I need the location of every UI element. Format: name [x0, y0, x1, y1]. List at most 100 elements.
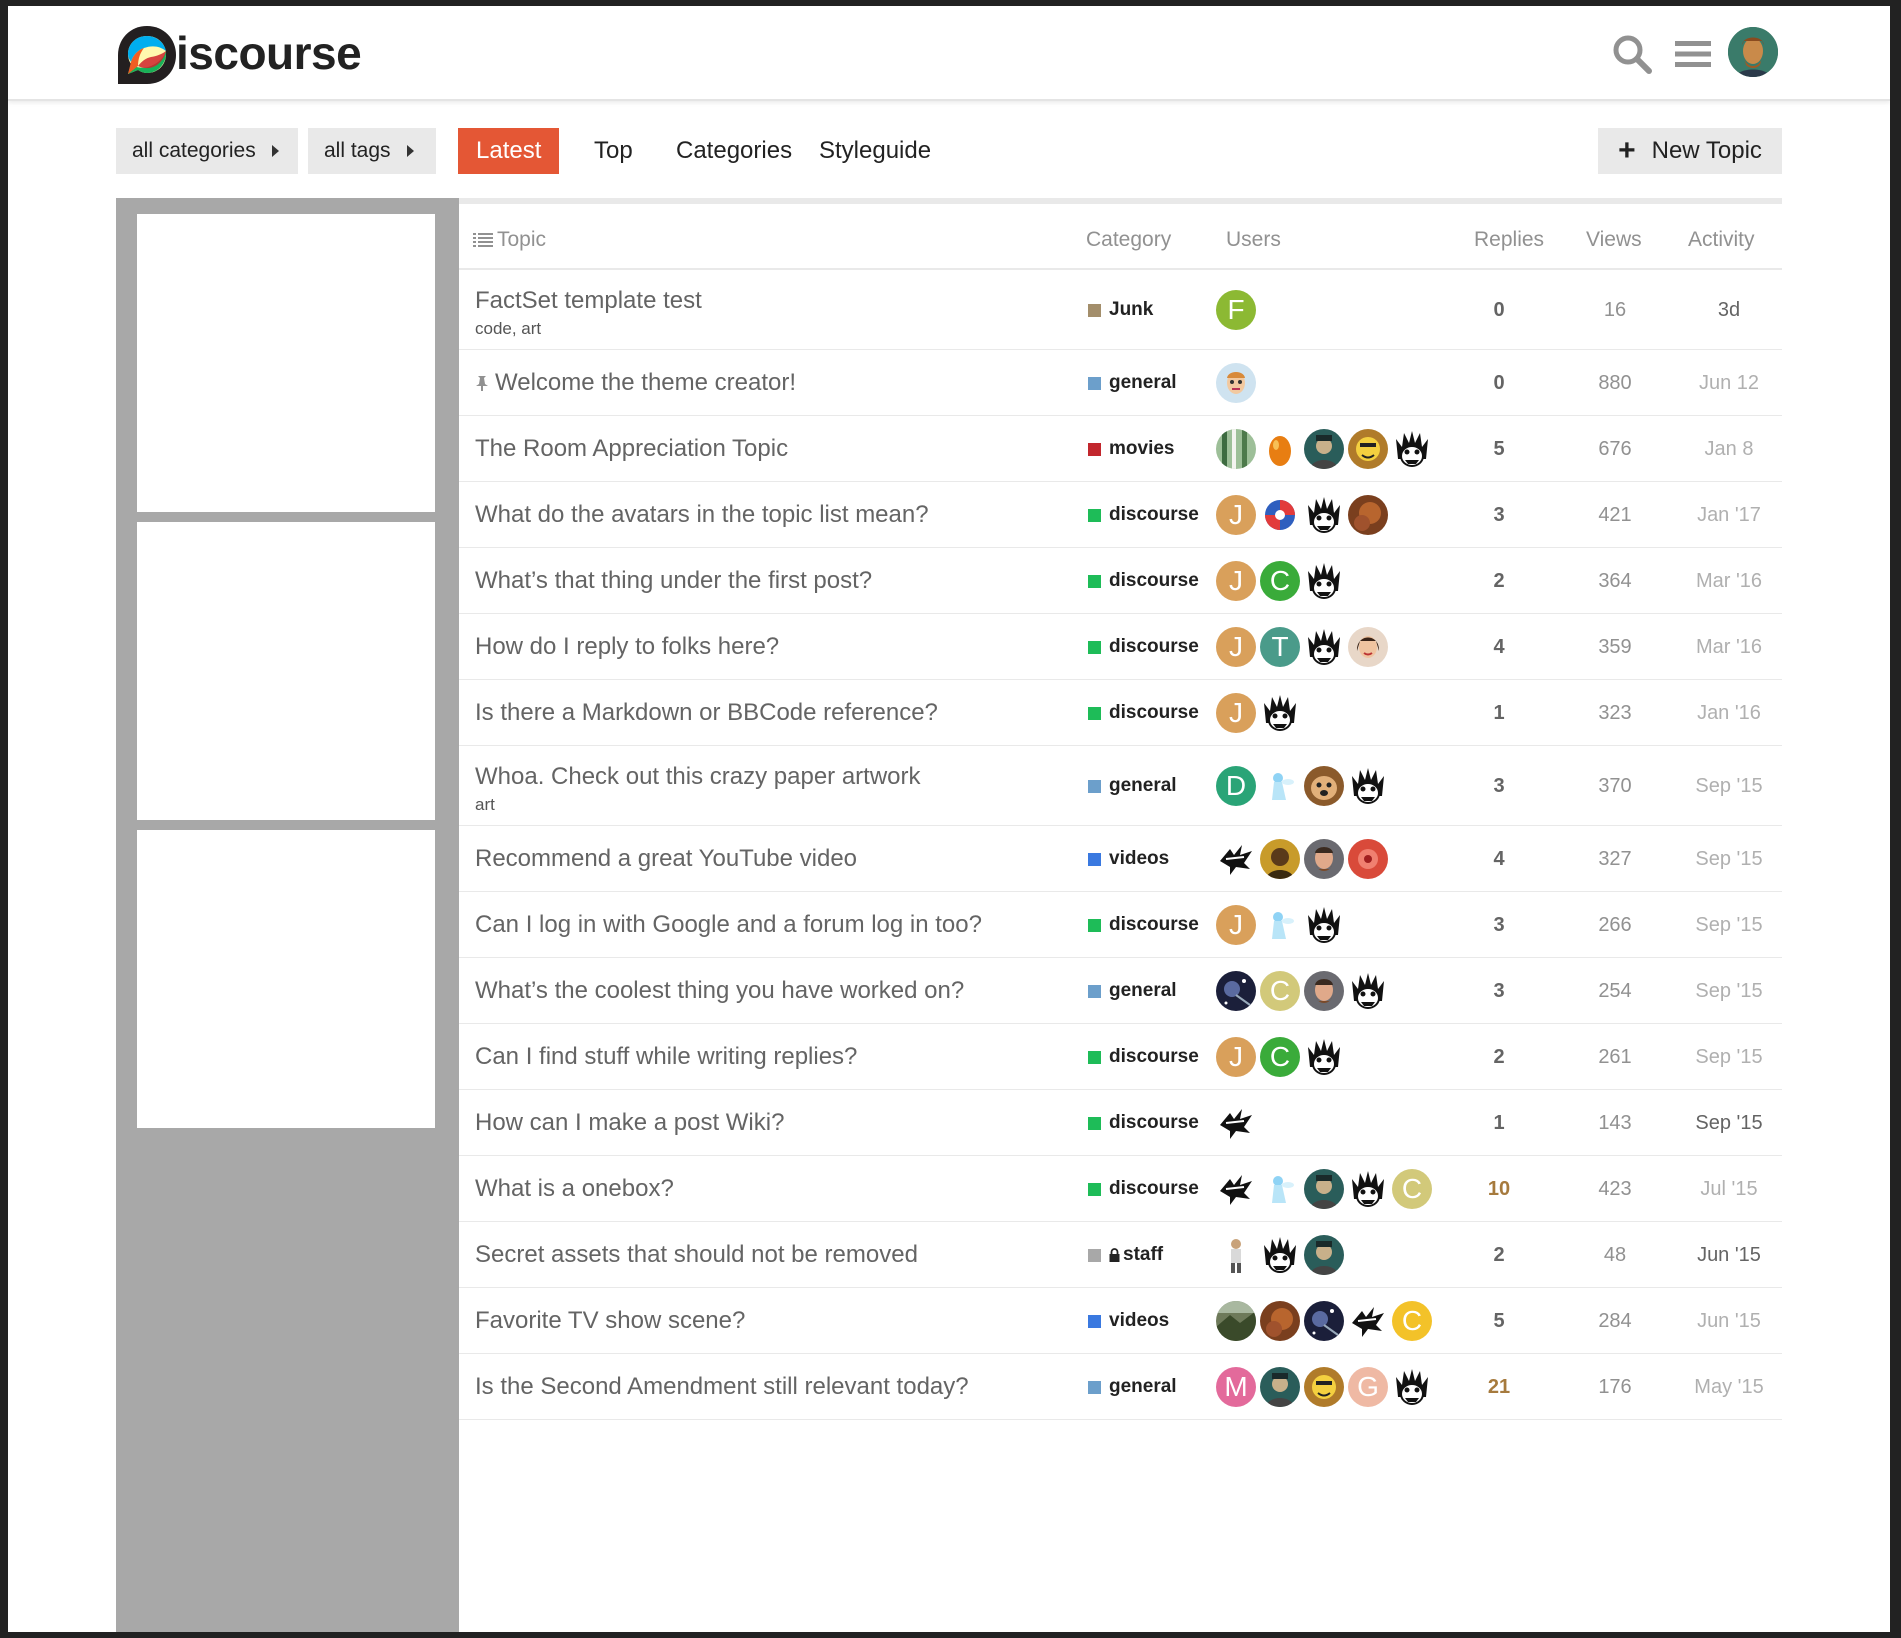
user-avatar-letter[interactable]: C	[1260, 1037, 1300, 1077]
topic-category-badge[interactable]: discourse	[1088, 570, 1199, 592]
user-avatar-letter[interactable]: C	[1392, 1301, 1432, 1341]
topic-title-link[interactable]: Can I log in with Google and a forum log…	[475, 911, 982, 939]
user-avatar-cartoon[interactable]	[1348, 429, 1388, 469]
site-logo[interactable]: iscourse	[116, 24, 362, 86]
topic-row[interactable]: What’s that thing under the first post? d…	[459, 548, 1782, 614]
user-avatar-monster[interactable]	[1348, 766, 1388, 806]
topic-activity[interactable]: Jun '15	[1679, 1310, 1779, 1333]
user-avatar-letter[interactable]: C	[1260, 971, 1300, 1011]
topic-activity[interactable]: Jan '16	[1679, 702, 1779, 725]
user-avatar-monster[interactable]	[1304, 905, 1344, 945]
topic-activity[interactable]: Jan '17	[1679, 504, 1779, 527]
user-avatar-letter[interactable]: T	[1260, 627, 1300, 667]
topic-row[interactable]: What’s the coolest thing you have worked…	[459, 958, 1782, 1024]
user-avatar-dark-teal[interactable]	[1304, 1235, 1344, 1275]
topic-title-link[interactable]: Recommend a great YouTube video	[475, 845, 857, 873]
topic-row[interactable]: What do the avatars in the topic list me…	[459, 482, 1782, 548]
topic-row[interactable]: Welcome the theme creator! general 0 880 Jun…	[459, 350, 1782, 416]
user-avatar-space[interactable]	[1304, 1301, 1344, 1341]
tab-styleguide[interactable]: Styleguide	[801, 128, 949, 174]
current-user-avatar[interactable]	[1728, 27, 1778, 77]
user-avatar-dark-teal[interactable]	[1260, 1367, 1300, 1407]
topic-row[interactable]: FactSet template test code, art Junk F 0 16 3d	[459, 270, 1782, 350]
topic-category-badge[interactable]: general	[1088, 372, 1177, 394]
user-avatar-dog[interactable]	[1304, 766, 1344, 806]
tab-top[interactable]: Top	[576, 128, 651, 174]
topic-activity[interactable]: Sep '15	[1679, 1112, 1779, 1135]
topic-row[interactable]: What is a onebox? discourse C 10 423 Jul '15	[459, 1156, 1782, 1222]
user-avatar-egg[interactable]	[1260, 429, 1300, 469]
header-replies[interactable]: Replies	[1474, 228, 1544, 252]
topic-title-link[interactable]: Is the Second Amendment still relevant t…	[475, 1373, 969, 1401]
user-avatar-forest[interactable]	[1216, 429, 1256, 469]
user-avatar-figure[interactable]	[1216, 1235, 1256, 1275]
topic-activity[interactable]: Sep '15	[1679, 914, 1779, 937]
topic-activity[interactable]: Jul '15	[1679, 1178, 1779, 1201]
user-avatar-monster[interactable]	[1392, 1367, 1432, 1407]
user-avatar-letter[interactable]: J	[1216, 905, 1256, 945]
topic-activity[interactable]: 3d	[1679, 299, 1779, 322]
topic-tags[interactable]: art	[475, 795, 495, 815]
topic-title-link[interactable]: Secret assets that should not be removed	[475, 1241, 918, 1269]
user-avatar-splat[interactable]	[1216, 1103, 1256, 1143]
categories-dropdown[interactable]: all categories	[116, 128, 298, 174]
user-avatar-logo-blue[interactable]	[1260, 495, 1300, 535]
tags-dropdown[interactable]: all tags	[308, 128, 436, 174]
user-avatar-monster[interactable]	[1260, 1235, 1300, 1275]
topic-category-badge[interactable]: general	[1088, 1376, 1177, 1398]
topic-activity[interactable]: Sep '15	[1679, 775, 1779, 798]
topic-row[interactable]: Is the Second Amendment still relevant t…	[459, 1354, 1782, 1420]
user-avatar-space[interactable]	[1216, 971, 1256, 1011]
topic-category-badge[interactable]: Junk	[1088, 299, 1153, 321]
user-avatar-man[interactable]	[1304, 839, 1344, 879]
user-avatar-brown[interactable]	[1348, 495, 1388, 535]
topic-activity[interactable]: Jan 8	[1679, 438, 1779, 461]
topic-title-link[interactable]: Favorite TV show scene?	[475, 1307, 745, 1335]
header-views[interactable]: Views	[1586, 228, 1642, 252]
tab-categories[interactable]: Categories	[658, 128, 810, 174]
user-avatar-woman[interactable]	[1348, 627, 1388, 667]
topic-title-link[interactable]: What do the avatars in the topic list me…	[475, 501, 929, 529]
topic-category-badge[interactable]: discourse	[1088, 914, 1199, 936]
topic-title-link[interactable]: What’s the coolest thing you have worked…	[475, 977, 964, 1005]
topic-title-link[interactable]: What’s that thing under the first post?	[475, 567, 872, 595]
topic-category-badge[interactable]: videos	[1088, 1310, 1169, 1332]
user-avatar-letter[interactable]: J	[1216, 1037, 1256, 1077]
topic-row[interactable]: The Room Appreciation Topic movies 5 676 Jan…	[459, 416, 1782, 482]
topic-row[interactable]: Can I log in with Google and a forum log…	[459, 892, 1782, 958]
topic-category-badge[interactable]: general	[1088, 775, 1177, 797]
user-avatar-letter[interactable]: J	[1216, 693, 1256, 733]
user-avatar-brown[interactable]	[1260, 1301, 1300, 1341]
topic-activity[interactable]: Sep '15	[1679, 980, 1779, 1003]
topic-activity[interactable]: Mar '16	[1679, 636, 1779, 659]
user-avatar-man[interactable]	[1304, 971, 1344, 1011]
topic-row[interactable]: Can I find stuff while writing replies? d…	[459, 1024, 1782, 1090]
topic-category-badge[interactable]: discourse	[1088, 1112, 1199, 1134]
user-avatar-face-light[interactable]	[1216, 363, 1256, 403]
user-avatar-letter[interactable]: C	[1392, 1169, 1432, 1209]
topic-activity[interactable]: Jun '15	[1679, 1244, 1779, 1267]
topic-row[interactable]: Whoa. Check out this crazy paper artwork…	[459, 746, 1782, 826]
user-avatar-landscape[interactable]	[1216, 1301, 1256, 1341]
user-avatar-splat[interactable]	[1216, 839, 1256, 879]
topic-category-badge[interactable]: videos	[1088, 848, 1169, 870]
user-avatar-dark-teal[interactable]	[1304, 1169, 1344, 1209]
topic-title-link[interactable]: FactSet template test	[475, 287, 702, 315]
user-avatar-monster[interactable]	[1348, 1169, 1388, 1209]
topic-row[interactable]: Favorite TV show scene? videos C 5 284 Jun '1…	[459, 1288, 1782, 1354]
topic-row[interactable]: Is there a Markdown or BBCode reference?…	[459, 680, 1782, 746]
header-topic[interactable]: Topic	[473, 228, 546, 252]
user-avatar-splat[interactable]	[1348, 1301, 1388, 1341]
header-category[interactable]: Category	[1086, 228, 1171, 252]
topic-category-badge[interactable]: discourse	[1088, 504, 1199, 526]
user-avatar-red[interactable]	[1348, 839, 1388, 879]
user-avatar-gold[interactable]	[1260, 839, 1300, 879]
topic-category-badge[interactable]: staff	[1088, 1244, 1163, 1266]
topic-row[interactable]: How do I reply to folks here? discourse J T…	[459, 614, 1782, 680]
user-avatar-splat[interactable]	[1216, 1169, 1256, 1209]
user-avatar-letter[interactable]: J	[1216, 495, 1256, 535]
user-avatar-cartoon[interactable]	[1304, 1367, 1344, 1407]
user-avatar-letter[interactable]: F	[1216, 290, 1256, 330]
user-avatar-monster[interactable]	[1260, 693, 1300, 733]
topic-category-badge[interactable]: discourse	[1088, 1046, 1199, 1068]
